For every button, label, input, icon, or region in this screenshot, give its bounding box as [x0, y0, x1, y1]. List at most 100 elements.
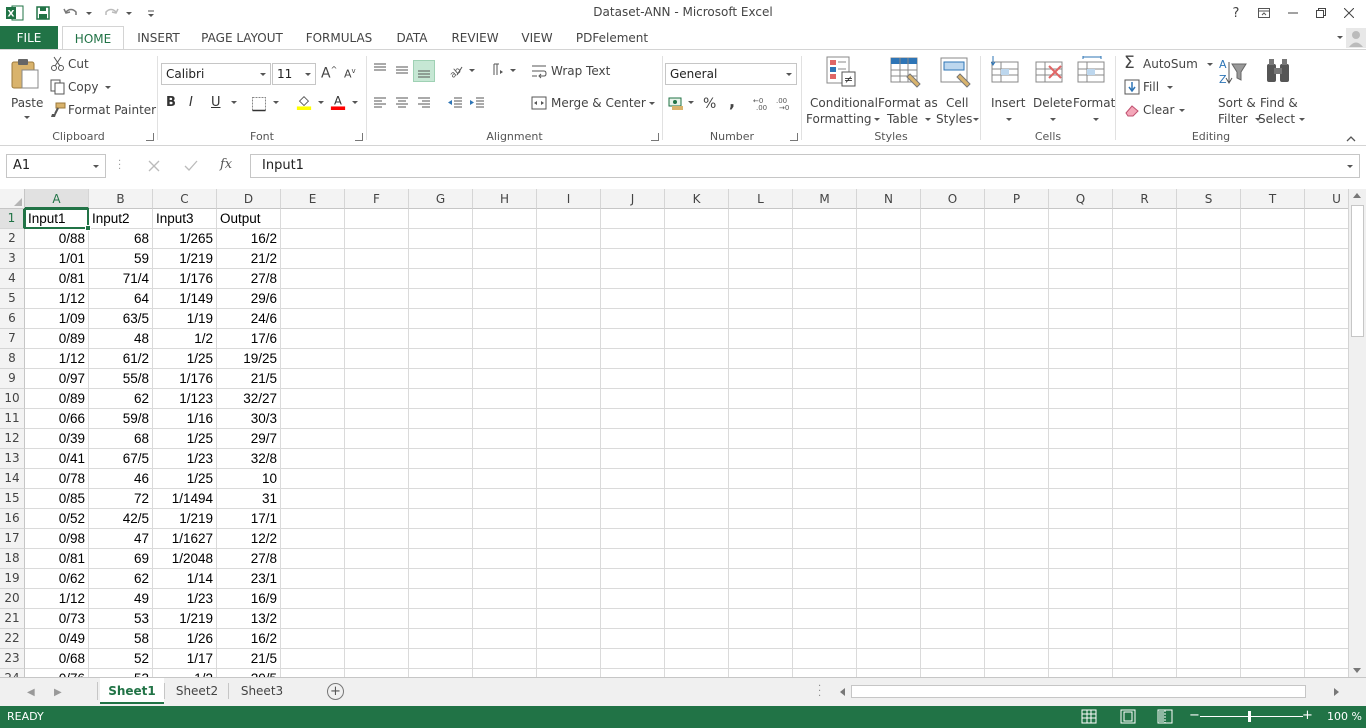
cell-u13[interactable] [1305, 449, 1348, 469]
font-launcher-icon[interactable] [355, 133, 363, 141]
cell-t22[interactable] [1241, 629, 1305, 649]
cell-l19[interactable] [729, 569, 793, 589]
cell-n20[interactable] [857, 589, 921, 609]
cell-p8[interactable] [985, 349, 1049, 369]
enter-entry-icon[interactable] [184, 160, 198, 175]
cell-t20[interactable] [1241, 589, 1305, 609]
normal-view-icon[interactable] [1081, 709, 1097, 724]
cell-t4[interactable] [1241, 269, 1305, 289]
cell-q4[interactable] [1049, 269, 1113, 289]
column-header-u[interactable]: U [1305, 189, 1348, 209]
cell-u20[interactable] [1305, 589, 1348, 609]
cell-q16[interactable] [1049, 509, 1113, 529]
cell-d8[interactable]: 19/25 [217, 349, 281, 369]
cell-d16[interactable]: 17/1 [217, 509, 281, 529]
cell-l16[interactable] [729, 509, 793, 529]
cell-n21[interactable] [857, 609, 921, 629]
cell-j8[interactable] [601, 349, 665, 369]
cell-f6[interactable] [345, 309, 409, 329]
cell-r10[interactable] [1113, 389, 1177, 409]
cell-j12[interactable] [601, 429, 665, 449]
row-header[interactable]: 10 [0, 389, 25, 409]
cell-r13[interactable] [1113, 449, 1177, 469]
cell-c15[interactable]: 1/1494 [153, 489, 217, 509]
cell-o20[interactable] [921, 589, 985, 609]
cell-a12[interactable]: 0/39 [25, 429, 89, 449]
ribbon-display-options-button[interactable] [1252, 3, 1276, 23]
cell-t23[interactable] [1241, 649, 1305, 669]
text-direction-icon[interactable] [488, 62, 504, 78]
cell-j18[interactable] [601, 549, 665, 569]
cell-d22[interactable]: 16/2 [217, 629, 281, 649]
avatar[interactable] [1346, 28, 1366, 48]
cell-r4[interactable] [1113, 269, 1177, 289]
fill-button[interactable]: Fill [1124, 79, 1184, 97]
row-header[interactable]: 15 [0, 489, 25, 509]
cell-s10[interactable] [1177, 389, 1241, 409]
column-header-t[interactable]: T [1241, 189, 1305, 209]
cell-s15[interactable] [1177, 489, 1241, 509]
cell-g20[interactable] [409, 589, 473, 609]
cell-n17[interactable] [857, 529, 921, 549]
cell-m21[interactable] [793, 609, 857, 629]
cell-c17[interactable]: 1/1627 [153, 529, 217, 549]
horizontal-scrollbar[interactable] [836, 684, 1346, 700]
cell-u11[interactable] [1305, 409, 1348, 429]
cell-s21[interactable] [1177, 609, 1241, 629]
cell-d21[interactable]: 13/2 [217, 609, 281, 629]
cell-r14[interactable] [1113, 469, 1177, 489]
cell-p12[interactable] [985, 429, 1049, 449]
cell-g19[interactable] [409, 569, 473, 589]
cell-r20[interactable] [1113, 589, 1177, 609]
cell-h17[interactable] [473, 529, 537, 549]
cell-q14[interactable] [1049, 469, 1113, 489]
cell-c16[interactable]: 1/219 [153, 509, 217, 529]
row-header[interactable]: 9 [0, 369, 25, 389]
column-header-m[interactable]: M [793, 189, 857, 209]
cell-q19[interactable] [1049, 569, 1113, 589]
new-sheet-button[interactable]: + [327, 683, 344, 700]
cell-u23[interactable] [1305, 649, 1348, 669]
font-name-select[interactable]: Calibri [161, 63, 271, 85]
cell-k15[interactable] [665, 489, 729, 509]
cell-l6[interactable] [729, 309, 793, 329]
cell-h2[interactable] [473, 229, 537, 249]
row-header[interactable]: 2 [0, 229, 25, 249]
comma-style-button[interactable]: , [729, 92, 735, 111]
cell-t14[interactable] [1241, 469, 1305, 489]
cell-b7[interactable]: 48 [89, 329, 153, 349]
cell-b23[interactable]: 52 [89, 649, 153, 669]
cell-f2[interactable] [345, 229, 409, 249]
cell-b21[interactable]: 53 [89, 609, 153, 629]
cell-a15[interactable]: 0/85 [25, 489, 89, 509]
cell-l15[interactable] [729, 489, 793, 509]
cell-m22[interactable] [793, 629, 857, 649]
cell-p14[interactable] [985, 469, 1049, 489]
cell-j10[interactable] [601, 389, 665, 409]
cell-g5[interactable] [409, 289, 473, 309]
cell-a17[interactable]: 0/98 [25, 529, 89, 549]
cell-c19[interactable]: 1/14 [153, 569, 217, 589]
cell-l9[interactable] [729, 369, 793, 389]
cell-l20[interactable] [729, 589, 793, 609]
column-header-s[interactable]: S [1177, 189, 1241, 209]
cell-k9[interactable] [665, 369, 729, 389]
cell-h20[interactable] [473, 589, 537, 609]
cell-s13[interactable] [1177, 449, 1241, 469]
cell-e8[interactable] [281, 349, 345, 369]
cell-m5[interactable] [793, 289, 857, 309]
cell-g17[interactable] [409, 529, 473, 549]
cell-k24[interactable] [665, 669, 729, 677]
cell-e9[interactable] [281, 369, 345, 389]
cell-p6[interactable] [985, 309, 1049, 329]
cell-a4[interactable]: 0/81 [25, 269, 89, 289]
cell-k16[interactable] [665, 509, 729, 529]
cell-m4[interactable] [793, 269, 857, 289]
cell-i6[interactable] [537, 309, 601, 329]
cell-u21[interactable] [1305, 609, 1348, 629]
orientation-icon[interactable]: ab [447, 62, 463, 78]
cell-t10[interactable] [1241, 389, 1305, 409]
cell-h19[interactable] [473, 569, 537, 589]
cell-b9[interactable]: 55/8 [89, 369, 153, 389]
scroll-left-icon[interactable] [840, 688, 845, 696]
